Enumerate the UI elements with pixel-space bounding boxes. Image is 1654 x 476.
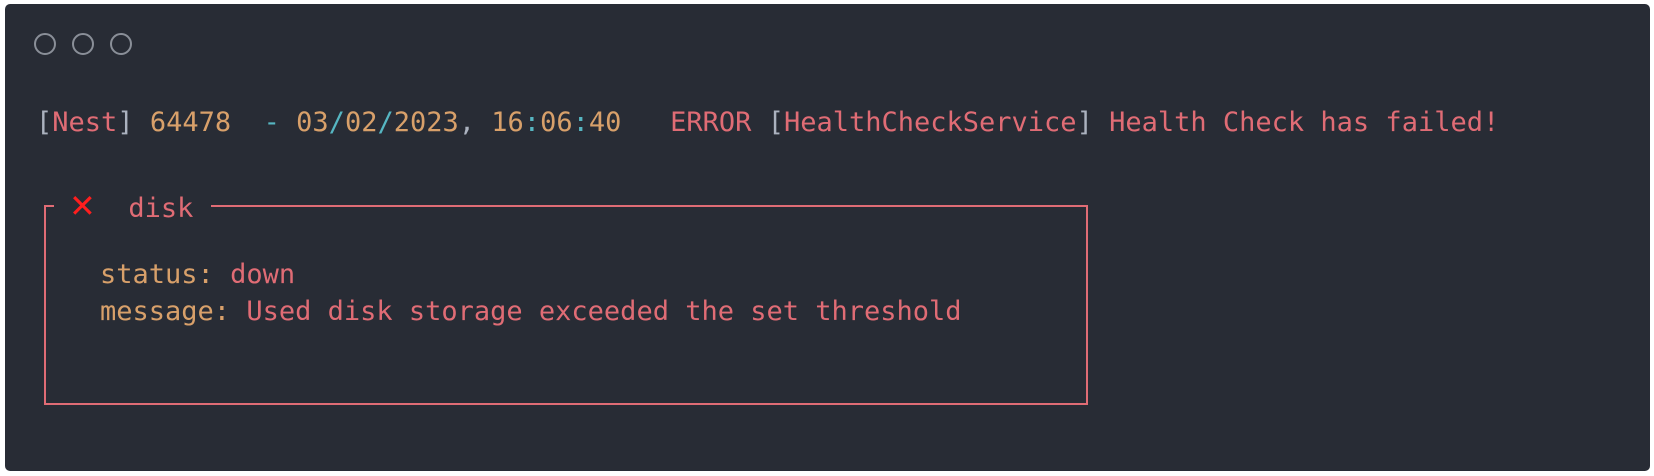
box-border-segment [1086,205,1088,231]
log-date-month: 03 [296,107,329,138]
box-title: ✕ disk [69,187,194,225]
cross-mark-icon: ✕ [69,187,96,225]
log-line: [Nest] 64478 - 03/02/2023, 16:06:40 ERRO… [36,107,1499,139]
log-time-separator: : [572,107,589,138]
log-level: ERROR [670,107,752,138]
log-time-hour: 16 [491,107,524,138]
log-time-second: 40 [588,107,622,138]
box-border-segment [211,205,1088,207]
window-control-circle-icon[interactable] [72,33,94,55]
box-row-status: status: down [100,259,295,291]
message-key: message: [100,296,231,327]
terminal-window: [Nest] 64478 - 03/02/2023, 16:06:40 ERRO… [5,4,1650,471]
box-row-message: message: Used disk storage exceeded the … [100,296,962,328]
log-pid: 64478 [149,107,232,138]
log-comma: , [458,107,476,138]
status-value: down [230,259,296,290]
window-control-circle-icon[interactable] [34,33,56,55]
log-date-separator: / [377,107,394,138]
log-context-bracket: ] [1076,107,1093,138]
log-app-name: Nest [52,107,118,138]
log-time-separator: : [523,107,541,138]
log-dash: - [263,107,280,138]
log-context: HealthCheckService [783,107,1077,138]
box-title-label: disk [128,193,194,224]
log-context-bracket: [ [767,107,784,138]
log-date-year: 2023 [393,107,459,138]
log-time-minute: 06 [540,107,573,138]
log-date-day: 02 [344,107,378,138]
log-bracket: ] [117,107,134,138]
log-message: Health Check has failed! [1109,107,1500,138]
status-key: status: [100,259,214,290]
box-border-segment [44,205,54,207]
log-date-separator: / [328,107,345,138]
window-control-circle-icon[interactable] [110,33,132,55]
message-value: Used disk storage exceeded the set thres… [246,296,962,327]
log-bracket: [ [36,107,53,138]
